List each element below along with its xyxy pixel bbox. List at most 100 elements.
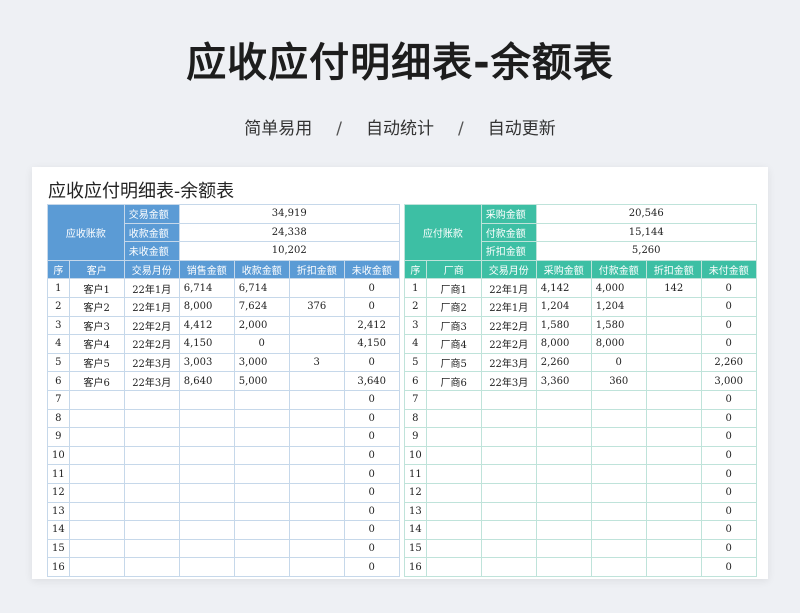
table-cell[interactable]: 1,204 bbox=[590, 296, 647, 317]
table-cell[interactable] bbox=[233, 427, 290, 447]
payable-summary-value[interactable]: 15,144 bbox=[535, 222, 757, 243]
receivable-column-header[interactable]: 序 bbox=[47, 259, 70, 280]
table-cell[interactable]: 12 bbox=[404, 482, 427, 503]
table-cell[interactable]: 12 bbox=[47, 482, 70, 503]
table-cell[interactable] bbox=[68, 520, 125, 540]
table-cell[interactable] bbox=[535, 408, 592, 429]
table-cell[interactable]: 13 bbox=[404, 501, 427, 522]
table-cell[interactable] bbox=[178, 482, 235, 503]
table-cell[interactable] bbox=[480, 538, 537, 559]
table-cell[interactable] bbox=[645, 557, 702, 577]
payable-column-header[interactable]: 采购金额 bbox=[535, 259, 592, 280]
table-cell[interactable]: 5 bbox=[47, 352, 70, 373]
table-cell[interactable] bbox=[178, 408, 235, 429]
table-cell[interactable] bbox=[645, 315, 702, 336]
table-cell[interactable] bbox=[645, 296, 702, 317]
table-cell[interactable]: 0 bbox=[343, 538, 400, 559]
table-cell[interactable] bbox=[123, 557, 180, 577]
table-cell[interactable]: 6 bbox=[404, 371, 427, 391]
table-cell[interactable] bbox=[645, 538, 702, 559]
table-cell[interactable] bbox=[123, 520, 180, 540]
table-cell[interactable]: 8,000 bbox=[178, 296, 235, 317]
table-cell[interactable]: 厂商4 bbox=[425, 334, 482, 354]
table-cell[interactable]: 8 bbox=[47, 408, 70, 429]
table-cell[interactable] bbox=[480, 482, 537, 503]
table-cell[interactable] bbox=[288, 389, 345, 410]
table-cell[interactable] bbox=[645, 427, 702, 447]
table-cell[interactable]: 3 bbox=[404, 315, 427, 336]
table-cell[interactable]: 2,412 bbox=[343, 315, 400, 336]
table-cell[interactable]: 客户2 bbox=[68, 296, 125, 317]
table-cell[interactable] bbox=[123, 482, 180, 503]
table-cell[interactable]: 0 bbox=[343, 408, 400, 429]
table-cell[interactable] bbox=[535, 557, 592, 577]
payable-column-header[interactable]: 未付金额 bbox=[700, 259, 757, 280]
table-cell[interactable] bbox=[535, 389, 592, 410]
table-cell[interactable]: 3 bbox=[288, 352, 345, 373]
table-cell[interactable]: 客户4 bbox=[68, 334, 125, 354]
receivable-column-header[interactable]: 收款金额 bbox=[233, 259, 290, 280]
table-cell[interactable]: 客户5 bbox=[68, 352, 125, 373]
table-cell[interactable] bbox=[590, 501, 647, 522]
table-cell[interactable] bbox=[288, 371, 345, 391]
table-cell[interactable]: 5,000 bbox=[233, 371, 290, 391]
receivable-summary-label[interactable]: 未收金额 bbox=[123, 241, 180, 261]
table-cell[interactable] bbox=[480, 445, 537, 466]
table-cell[interactable] bbox=[68, 389, 125, 410]
table-cell[interactable]: 3,000 bbox=[700, 371, 757, 391]
table-cell[interactable] bbox=[480, 408, 537, 429]
table-cell[interactable] bbox=[425, 482, 482, 503]
table-cell[interactable] bbox=[68, 408, 125, 429]
table-cell[interactable]: 4,150 bbox=[343, 334, 400, 354]
table-cell[interactable]: 4,142 bbox=[535, 278, 592, 298]
table-cell[interactable]: 0 bbox=[590, 352, 647, 373]
table-cell[interactable]: 16 bbox=[47, 557, 70, 577]
table-cell[interactable] bbox=[645, 501, 702, 522]
table-cell[interactable] bbox=[233, 520, 290, 540]
table-cell[interactable]: 6,714 bbox=[233, 278, 290, 298]
table-cell[interactable] bbox=[425, 427, 482, 447]
table-cell[interactable]: 0 bbox=[700, 445, 757, 466]
table-cell[interactable] bbox=[68, 482, 125, 503]
table-cell[interactable] bbox=[68, 501, 125, 522]
table-cell[interactable] bbox=[233, 482, 290, 503]
table-cell[interactable]: 4 bbox=[404, 334, 427, 354]
table-cell[interactable] bbox=[425, 445, 482, 466]
table-cell[interactable] bbox=[590, 557, 647, 577]
payable-column-header[interactable]: 折扣金额 bbox=[645, 259, 702, 280]
table-cell[interactable] bbox=[123, 445, 180, 466]
table-cell[interactable] bbox=[590, 482, 647, 503]
table-cell[interactable] bbox=[233, 408, 290, 429]
table-cell[interactable] bbox=[480, 501, 537, 522]
table-cell[interactable] bbox=[233, 501, 290, 522]
table-cell[interactable]: 11 bbox=[47, 464, 70, 484]
table-cell[interactable] bbox=[645, 520, 702, 540]
table-cell[interactable]: 376 bbox=[288, 296, 345, 317]
table-cell[interactable] bbox=[178, 501, 235, 522]
table-cell[interactable] bbox=[178, 557, 235, 577]
table-cell[interactable] bbox=[535, 520, 592, 540]
table-cell[interactable]: 0 bbox=[700, 427, 757, 447]
table-cell[interactable]: 8,000 bbox=[590, 334, 647, 354]
table-cell[interactable]: 2,260 bbox=[535, 352, 592, 373]
table-cell[interactable]: 3 bbox=[47, 315, 70, 336]
table-cell[interactable]: 7 bbox=[47, 389, 70, 410]
table-cell[interactable] bbox=[535, 445, 592, 466]
receivable-column-header[interactable]: 未收金额 bbox=[343, 259, 400, 280]
table-cell[interactable] bbox=[233, 538, 290, 559]
table-cell[interactable] bbox=[480, 389, 537, 410]
table-cell[interactable] bbox=[123, 501, 180, 522]
table-cell[interactable]: 22年2月 bbox=[480, 315, 537, 336]
payable-column-header[interactable]: 付款金额 bbox=[590, 259, 647, 280]
receivable-column-header[interactable]: 折扣金额 bbox=[288, 259, 345, 280]
payable-summary-label[interactable]: 付款金额 bbox=[480, 222, 537, 243]
table-cell[interactable] bbox=[288, 482, 345, 503]
table-cell[interactable] bbox=[590, 389, 647, 410]
table-cell[interactable] bbox=[178, 445, 235, 466]
table-cell[interactable] bbox=[288, 315, 345, 336]
table-cell[interactable]: 厂商5 bbox=[425, 352, 482, 373]
table-cell[interactable]: 15 bbox=[404, 538, 427, 559]
table-cell[interactable] bbox=[68, 445, 125, 466]
table-cell[interactable]: 0 bbox=[343, 427, 400, 447]
table-cell[interactable]: 142 bbox=[645, 278, 702, 298]
